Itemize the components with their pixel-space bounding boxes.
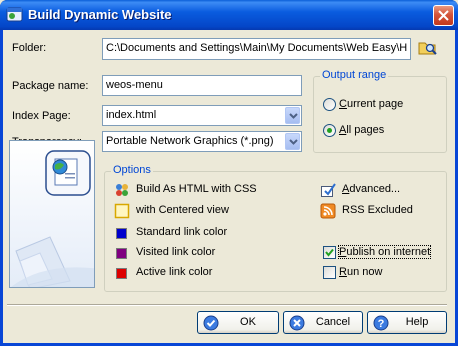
- window-title: Build Dynamic Website: [28, 7, 172, 22]
- html-css-icon: [116, 184, 128, 196]
- all-pages-label[interactable]: All pages: [339, 124, 384, 136]
- preview-image: [9, 140, 95, 288]
- rss-icon: [320, 203, 336, 219]
- button-separator: [7, 304, 447, 306]
- browse-folder-icon[interactable]: [418, 39, 438, 57]
- all-pages-radio[interactable]: [323, 124, 336, 137]
- app-icon: [6, 7, 23, 22]
- folder-input[interactable]: C:\Documents and Settings\Main\My Docume…: [102, 38, 411, 60]
- output-range-title: Output range: [320, 69, 389, 81]
- standard-link-color-swatch[interactable]: [116, 228, 127, 239]
- folder-label: Folder:: [12, 42, 47, 54]
- chevron-down-icon: [289, 113, 298, 119]
- active-link-color-swatch[interactable]: [116, 268, 127, 279]
- svg-text:?: ?: [378, 318, 385, 330]
- rss-excluded-label[interactable]: RSS Excluded: [342, 204, 413, 216]
- advanced-button[interactable]: Advanced...: [342, 183, 400, 195]
- title-bar[interactable]: Build Dynamic Website: [0, 0, 458, 30]
- chevron-down-icon: [289, 139, 298, 145]
- package-name-input[interactable]: weos-menu: [102, 75, 302, 96]
- visited-link-color-label[interactable]: Visited link color: [136, 246, 215, 258]
- publish-internet-checkbox[interactable]: [323, 246, 336, 259]
- checkmark-icon: [325, 248, 334, 257]
- ok-check-icon: [203, 315, 219, 331]
- output-range-group: [313, 76, 447, 153]
- transparency-value: Portable Network Graphics (*.png): [106, 135, 274, 147]
- run-now-checkbox[interactable]: [323, 266, 336, 279]
- ok-button-label: OK: [240, 316, 256, 328]
- help-icon: ?: [373, 315, 389, 331]
- current-page-label[interactable]: Current page: [339, 98, 403, 110]
- index-page-select[interactable]: index.html: [102, 105, 302, 126]
- close-icon: [438, 10, 449, 21]
- radio-selected-dot: [327, 128, 332, 133]
- transparency-select[interactable]: Portable Network Graphics (*.png): [102, 131, 302, 152]
- run-now-label[interactable]: Run now: [339, 266, 382, 278]
- index-page-dropdown-button[interactable]: [285, 107, 300, 124]
- index-page-value: index.html: [106, 109, 157, 121]
- website-preview-icon: [10, 141, 94, 287]
- package-name-label: Package name:: [12, 80, 89, 92]
- transparency-dropdown-button[interactable]: [285, 133, 300, 150]
- centered-view-label[interactable]: with Centered view: [136, 204, 229, 216]
- standard-link-color-label[interactable]: Standard link color: [136, 226, 227, 238]
- index-page-label: Index Page:: [12, 110, 71, 122]
- advanced-settings-icon: [321, 183, 336, 197]
- active-link-color-label[interactable]: Active link color: [136, 266, 212, 278]
- close-button[interactable]: [433, 5, 454, 26]
- build-html-css-label[interactable]: Build As HTML with CSS: [136, 183, 257, 195]
- ok-button[interactable]: OK: [197, 311, 279, 334]
- cancel-button-label: Cancel: [315, 316, 351, 328]
- visited-link-color-swatch[interactable]: [116, 248, 127, 259]
- help-button[interactable]: ? Help: [367, 311, 447, 334]
- help-button-label: Help: [405, 316, 429, 328]
- cancel-icon: [289, 315, 305, 331]
- options-title: Options: [111, 164, 153, 176]
- publish-internet-label[interactable]: Publish on internet: [337, 245, 432, 259]
- cancel-button[interactable]: Cancel: [283, 311, 363, 334]
- centered-view-icon: [114, 203, 130, 219]
- current-page-radio[interactable]: [323, 98, 336, 111]
